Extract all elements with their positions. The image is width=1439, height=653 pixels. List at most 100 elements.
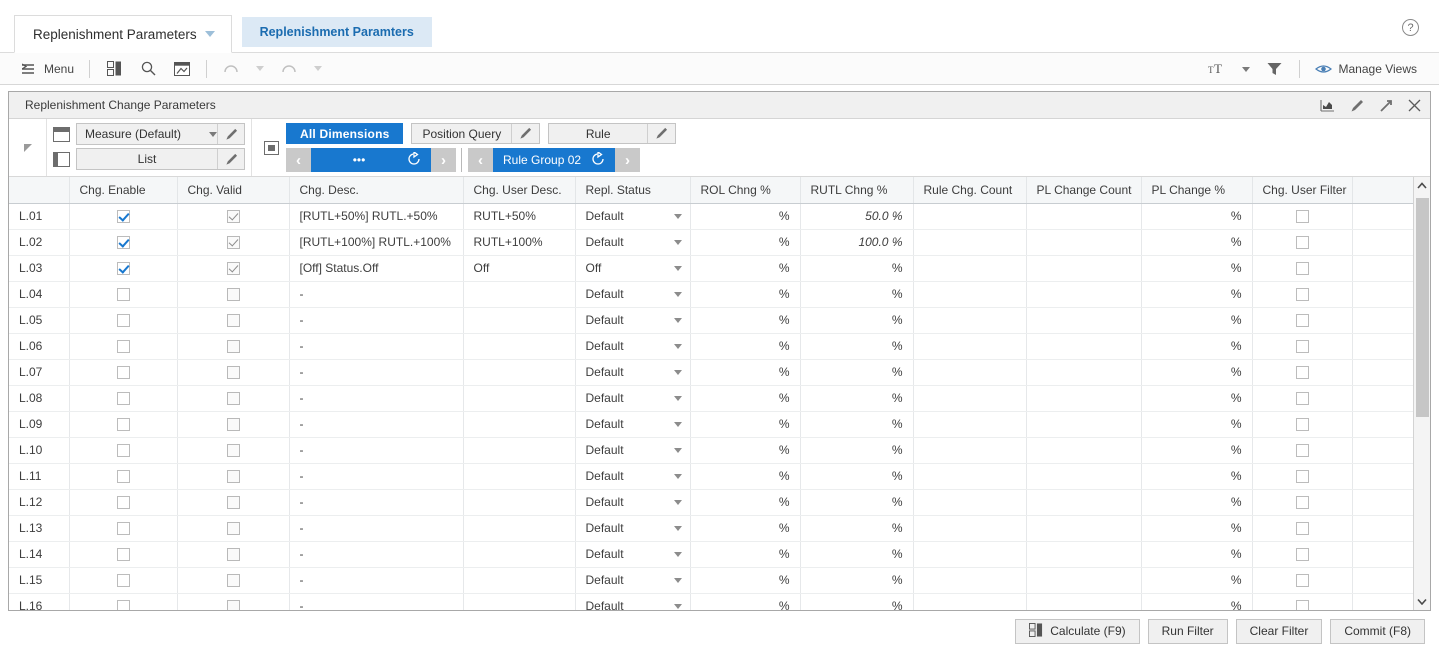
dropdown-repl_status[interactable]: Default <box>586 308 684 333</box>
cell-rol_chng_pct[interactable]: % <box>690 541 800 567</box>
table-row[interactable]: L.16-Default%%% <box>9 593 1413 610</box>
table-row[interactable]: L.05-Default%%% <box>9 307 1413 333</box>
cell-chg_user_desc[interactable] <box>463 593 575 610</box>
scrollbar-thumb[interactable] <box>1416 198 1429 417</box>
table-row[interactable]: L.14-Default%%% <box>9 541 1413 567</box>
help-icon[interactable]: ? <box>1402 19 1419 36</box>
cell-rol_chng_pct[interactable]: % <box>690 203 800 229</box>
checkbox-chg_enable[interactable] <box>117 418 130 431</box>
cell-pl_change_pct[interactable]: % <box>1141 333 1252 359</box>
row-header[interactable]: L.10 <box>9 437 69 463</box>
cell-chg_enable[interactable] <box>69 229 177 255</box>
cell-chg_user_desc[interactable] <box>463 411 575 437</box>
app-tab-replenishment-parameters[interactable]: Replenishment Parameters <box>14 15 232 53</box>
menu-button[interactable]: Menu <box>12 57 82 81</box>
row-header[interactable]: L.08 <box>9 385 69 411</box>
window-view-button[interactable] <box>165 57 199 81</box>
dropdown-repl_status[interactable]: Default <box>586 386 684 411</box>
dropdown-repl_status[interactable]: Default <box>586 334 684 359</box>
cell-chg_enable[interactable] <box>69 541 177 567</box>
cell-chg_enable[interactable] <box>69 567 177 593</box>
edit-position-query-icon[interactable] <box>511 124 539 143</box>
dimension-next-button[interactable]: › <box>431 148 456 172</box>
checkbox-chg_enable[interactable] <box>117 366 130 379</box>
cell-pl_change_pct[interactable]: % <box>1141 229 1252 255</box>
cell-pl_change_pct[interactable]: % <box>1141 463 1252 489</box>
undo-button[interactable] <box>214 57 248 81</box>
edit-rule-icon[interactable] <box>647 124 675 143</box>
table-row[interactable]: L.04-Default%%% <box>9 281 1413 307</box>
cell-pl_change_pct[interactable]: % <box>1141 437 1252 463</box>
row-header[interactable]: L.12 <box>9 489 69 515</box>
column-header-rule_chg_count[interactable]: Rule Chg. Count <box>913 177 1026 203</box>
cell-repl_status[interactable]: Default <box>575 385 690 411</box>
cell-chg_user_filter[interactable] <box>1252 463 1352 489</box>
row-header[interactable]: L.02 <box>9 229 69 255</box>
cell-rutl_chng_pct[interactable]: % <box>800 255 913 281</box>
checkbox-chg_enable[interactable] <box>117 314 130 327</box>
cell-repl_status[interactable]: Default <box>575 359 690 385</box>
edit-icon[interactable] <box>1349 98 1364 113</box>
checkbox-chg_user_filter[interactable] <box>1296 262 1309 275</box>
checkbox-chg_user_filter[interactable] <box>1296 574 1309 587</box>
checkbox-chg_user_filter[interactable] <box>1296 210 1309 223</box>
cell-chg_user_desc[interactable] <box>463 567 575 593</box>
dropdown-repl_status[interactable]: Default <box>586 360 684 385</box>
rule-group-value-display[interactable]: Rule Group 02 <box>493 148 615 172</box>
row-header[interactable]: L.05 <box>9 307 69 333</box>
table-row[interactable]: L.11-Default%%% <box>9 463 1413 489</box>
cell-chg_enable[interactable] <box>69 359 177 385</box>
cell-chg_user_desc[interactable] <box>463 463 575 489</box>
table-row[interactable]: L.13-Default%%% <box>9 515 1413 541</box>
filter-button[interactable] <box>1258 57 1292 81</box>
dropdown-repl_status[interactable]: Default <box>586 464 684 489</box>
cell-rutl_chng_pct[interactable]: % <box>800 541 913 567</box>
cell-repl_status[interactable]: Default <box>575 489 690 515</box>
cell-pl_change_pct[interactable]: % <box>1141 203 1252 229</box>
cell-chg_user_filter[interactable] <box>1252 515 1352 541</box>
dropdown-repl_status[interactable]: Default <box>586 568 684 593</box>
cell-chg_enable[interactable] <box>69 515 177 541</box>
cell-rutl_chng_pct[interactable]: % <box>800 385 913 411</box>
redo-dropdown-button[interactable] <box>306 57 330 81</box>
column-header-pl_change_count[interactable]: PL Change Count <box>1026 177 1141 203</box>
cell-chg_enable[interactable] <box>69 203 177 229</box>
checkbox-chg_enable[interactable] <box>117 340 130 353</box>
dropdown-repl_status[interactable]: Off <box>586 256 684 281</box>
cell-repl_status[interactable]: Default <box>575 515 690 541</box>
row-header[interactable]: L.07 <box>9 359 69 385</box>
cell-chg_user_filter[interactable] <box>1252 567 1352 593</box>
cell-chg_user_filter[interactable] <box>1252 411 1352 437</box>
cell-rutl_chng_pct[interactable]: % <box>800 281 913 307</box>
cell-repl_status[interactable]: Default <box>575 229 690 255</box>
cell-rol_chng_pct[interactable]: % <box>690 255 800 281</box>
all-dimensions-button[interactable]: All Dimensions <box>286 123 403 144</box>
redo-button[interactable] <box>272 57 306 81</box>
cell-chg_user_filter[interactable] <box>1252 437 1352 463</box>
cell-chg_enable[interactable] <box>69 281 177 307</box>
checkbox-chg_user_filter[interactable] <box>1296 314 1309 327</box>
dropdown-repl_status[interactable]: Default <box>586 282 684 307</box>
cell-chg_user_desc[interactable] <box>463 437 575 463</box>
cell-chg_enable[interactable] <box>69 255 177 281</box>
search-button[interactable] <box>131 57 165 81</box>
cell-rol_chng_pct[interactable]: % <box>690 437 800 463</box>
cell-rol_chng_pct[interactable]: % <box>690 359 800 385</box>
cell-rol_chng_pct[interactable]: % <box>690 281 800 307</box>
rule-button[interactable]: Rule <box>548 123 676 144</box>
cell-rutl_chng_pct[interactable]: % <box>800 463 913 489</box>
row-header[interactable]: L.03 <box>9 255 69 281</box>
scrollbar-track[interactable] <box>1414 194 1431 593</box>
column-header-chg_user_filter[interactable]: Chg. User Filter <box>1252 177 1352 203</box>
scroll-up-button[interactable] <box>1414 177 1431 194</box>
cell-pl_change_pct[interactable]: % <box>1141 567 1252 593</box>
manage-views-button[interactable]: Manage Views <box>1307 57 1426 81</box>
cell-chg_user_desc[interactable]: RUTL+100% <box>463 229 575 255</box>
cell-rol_chng_pct[interactable]: % <box>690 489 800 515</box>
cell-pl_change_pct[interactable]: % <box>1141 359 1252 385</box>
checkbox-chg_enable[interactable] <box>117 262 130 275</box>
cell-chg_enable[interactable] <box>69 437 177 463</box>
table-row[interactable]: L.03[Off] Status.OffOffOff%%% <box>9 255 1413 281</box>
cell-chg_user_desc[interactable] <box>463 281 575 307</box>
cell-chg_enable[interactable] <box>69 333 177 359</box>
